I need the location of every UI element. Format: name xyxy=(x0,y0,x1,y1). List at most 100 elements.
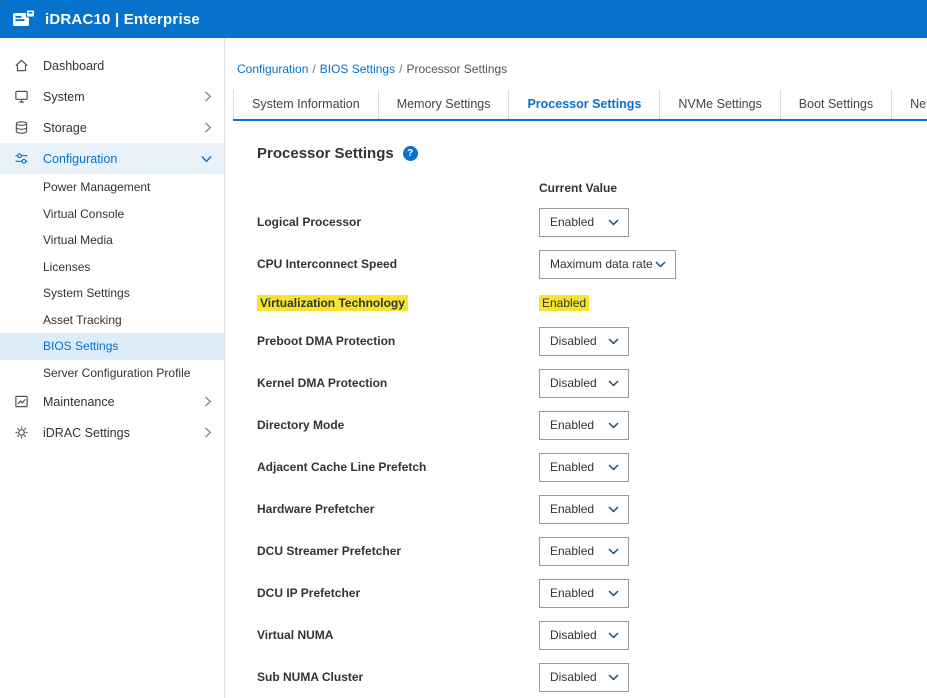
setting-select-directory-mode[interactable]: Enabled xyxy=(539,411,629,440)
setting-select-sub-numa-cluster[interactable]: Disabled xyxy=(539,663,629,692)
setting-select-dcu-streamer-prefetcher[interactable]: Enabled xyxy=(539,537,629,566)
setting-label: Adjacent Cache Line Prefetch xyxy=(257,460,539,474)
sidebar-item-label: Configuration xyxy=(43,152,117,166)
setting-select-dcu-ip-prefetcher[interactable]: Enabled xyxy=(539,579,629,608)
main-content: Configuration/BIOS Settings/Processor Se… xyxy=(225,38,927,698)
sidebar-item-maintenance[interactable]: Maintenance xyxy=(0,386,224,417)
gear-icon xyxy=(14,425,31,440)
chevron-down-icon xyxy=(608,464,619,471)
selected-value: Enabled xyxy=(550,418,594,432)
setting-row-dcu-streamer-prefetcher: DCU Streamer Prefetcher Enabled xyxy=(257,530,927,572)
setting-label: DCU Streamer Prefetcher xyxy=(257,544,539,558)
sidebar-subitem-bios-settings[interactable]: BIOS Settings xyxy=(0,333,224,360)
tab-nvme-settings[interactable]: NVMe Settings xyxy=(660,90,780,119)
sidebar-subitem-asset-tracking[interactable]: Asset Tracking xyxy=(0,307,224,334)
setting-label: Virtual NUMA xyxy=(257,628,539,642)
app-header: iDRAC10 | Enterprise xyxy=(0,0,927,38)
chevron-right-icon xyxy=(204,396,212,407)
app-title: iDRAC10 | Enterprise xyxy=(45,11,200,28)
setting-select-virtual-numa[interactable]: Disabled xyxy=(539,621,629,650)
sidebar-item-label: iDRAC Settings xyxy=(43,426,130,440)
setting-select-preboot-dma-protection[interactable]: Disabled xyxy=(539,327,629,356)
selected-value: Enabled xyxy=(550,215,594,229)
setting-label: Virtualization Technology xyxy=(257,296,539,310)
sidebar-item-storage[interactable]: Storage xyxy=(0,112,224,143)
breadcrumb-bios-settings[interactable]: BIOS Settings xyxy=(320,62,395,76)
setting-select-cpu-interconnect-speed[interactable]: Maximum data rate xyxy=(539,250,676,279)
setting-row-logical-processor: Logical Processor Enabled xyxy=(257,201,927,243)
configuration-icon xyxy=(14,151,31,166)
sidebar-nav: Dashboard System Storage Configuration Power… xyxy=(0,50,224,448)
setting-label: Hardware Prefetcher xyxy=(257,502,539,516)
chevron-down-icon xyxy=(608,338,619,345)
maintenance-icon xyxy=(14,394,31,409)
tab-boot-settings[interactable]: Boot Settings xyxy=(781,90,892,119)
tab-network-settings[interactable]: Network Settings xyxy=(892,90,927,119)
page-title: Processor Settings xyxy=(257,145,394,162)
tab-memory-settings[interactable]: Memory Settings xyxy=(379,90,510,119)
idrac-logo-icon xyxy=(12,9,36,29)
setting-row-virtual-numa: Virtual NUMA Disabled xyxy=(257,614,927,656)
setting-select-kernel-dma-protection[interactable]: Disabled xyxy=(539,369,629,398)
breadcrumb-separator: / xyxy=(395,62,406,76)
settings-rows: Logical Processor Enabled CPU Interconnect… xyxy=(257,201,927,698)
setting-row-directory-mode: Directory Mode Enabled xyxy=(257,404,927,446)
breadcrumb-configuration[interactable]: Configuration xyxy=(237,62,308,76)
chevron-down-icon xyxy=(608,590,619,597)
breadcrumb: Configuration/BIOS Settings/Processor Se… xyxy=(225,38,927,90)
chevron-down-icon xyxy=(608,380,619,387)
home-icon xyxy=(14,58,31,73)
setting-row-adjacent-cache-line-prefetch: Adjacent Cache Line Prefetch Enabled xyxy=(257,446,927,488)
setting-row-kernel-dma-protection: Kernel DMA Protection Disabled xyxy=(257,362,927,404)
chevron-right-icon xyxy=(204,122,212,133)
sidebar-subitem-system-settings[interactable]: System Settings xyxy=(0,280,224,307)
setting-select-adjacent-cache-line-prefetch[interactable]: Enabled xyxy=(539,453,629,482)
setting-label: Sub NUMA Cluster xyxy=(257,670,539,684)
chevron-down-icon xyxy=(608,674,619,681)
sidebar-subitem-virtual-media[interactable]: Virtual Media xyxy=(0,227,224,254)
sidebar-item-configuration[interactable]: Configuration xyxy=(0,143,224,174)
setting-row-sub-numa-cluster: Sub NUMA Cluster Disabled xyxy=(257,656,927,698)
system-icon xyxy=(14,89,31,104)
sidebar-subitem-licenses[interactable]: Licenses xyxy=(0,254,224,281)
selected-value: Disabled xyxy=(550,334,597,348)
setting-row-dcu-ip-prefetcher: DCU IP PrefetcherEnabled xyxy=(257,572,927,614)
setting-row-preboot-dma-protection: Preboot DMA Protection Disabled xyxy=(257,320,927,362)
storage-icon xyxy=(14,120,31,135)
sidebar-subitem-power-management[interactable]: Power Management xyxy=(0,174,224,201)
sidebar-item-system[interactable]: System xyxy=(0,81,224,112)
breadcrumb-separator: / xyxy=(308,62,319,76)
chevron-down-icon xyxy=(608,548,619,555)
setting-label: Kernel DMA Protection xyxy=(257,376,539,390)
setting-value: Enabled xyxy=(539,295,589,311)
chevron-down-icon xyxy=(608,632,619,639)
breadcrumb-processor-settings: Processor Settings xyxy=(406,62,507,76)
setting-label: Logical Processor xyxy=(257,215,539,229)
selected-value: Disabled xyxy=(550,670,597,684)
sidebar-item-idrac-settings[interactable]: iDRAC Settings xyxy=(0,417,224,448)
sidebar-subitem-server-configuration-profile[interactable]: Server Configuration Profile xyxy=(0,360,224,387)
setting-label: Preboot DMA Protection xyxy=(257,334,539,348)
setting-select-logical-processor[interactable]: Enabled xyxy=(539,208,629,237)
sidebar-subitem-virtual-console[interactable]: Virtual Console xyxy=(0,201,224,228)
sidebar: Dashboard System Storage Configuration Power… xyxy=(0,38,225,698)
selected-value: Enabled xyxy=(550,460,594,474)
tab-system-information[interactable]: System Information xyxy=(233,90,379,119)
sidebar-item-label: System xyxy=(43,90,85,104)
tab-processor-settings[interactable]: Processor Settings xyxy=(509,90,660,119)
setting-label: Directory Mode xyxy=(257,418,539,432)
current-value-column-header: Current Value xyxy=(539,181,927,195)
selected-value: Disabled xyxy=(550,376,597,390)
chevron-down-icon xyxy=(655,261,666,268)
sidebar-item-dashboard[interactable]: Dashboard xyxy=(0,50,224,81)
setting-row-cpu-interconnect-speed: CPU Interconnect SpeedMaximum data rate xyxy=(257,243,927,285)
help-icon[interactable]: ? xyxy=(403,146,418,161)
chevron-down-icon xyxy=(201,155,212,163)
selected-value: Disabled xyxy=(550,628,597,642)
selected-value: Enabled xyxy=(550,544,594,558)
selected-value: Enabled xyxy=(550,502,594,516)
sidebar-item-label: Dashboard xyxy=(43,59,104,73)
setting-row-hardware-prefetcher: Hardware Prefetcher Enabled xyxy=(257,488,927,530)
setting-select-hardware-prefetcher[interactable]: Enabled xyxy=(539,495,629,524)
chevron-right-icon xyxy=(204,427,212,438)
